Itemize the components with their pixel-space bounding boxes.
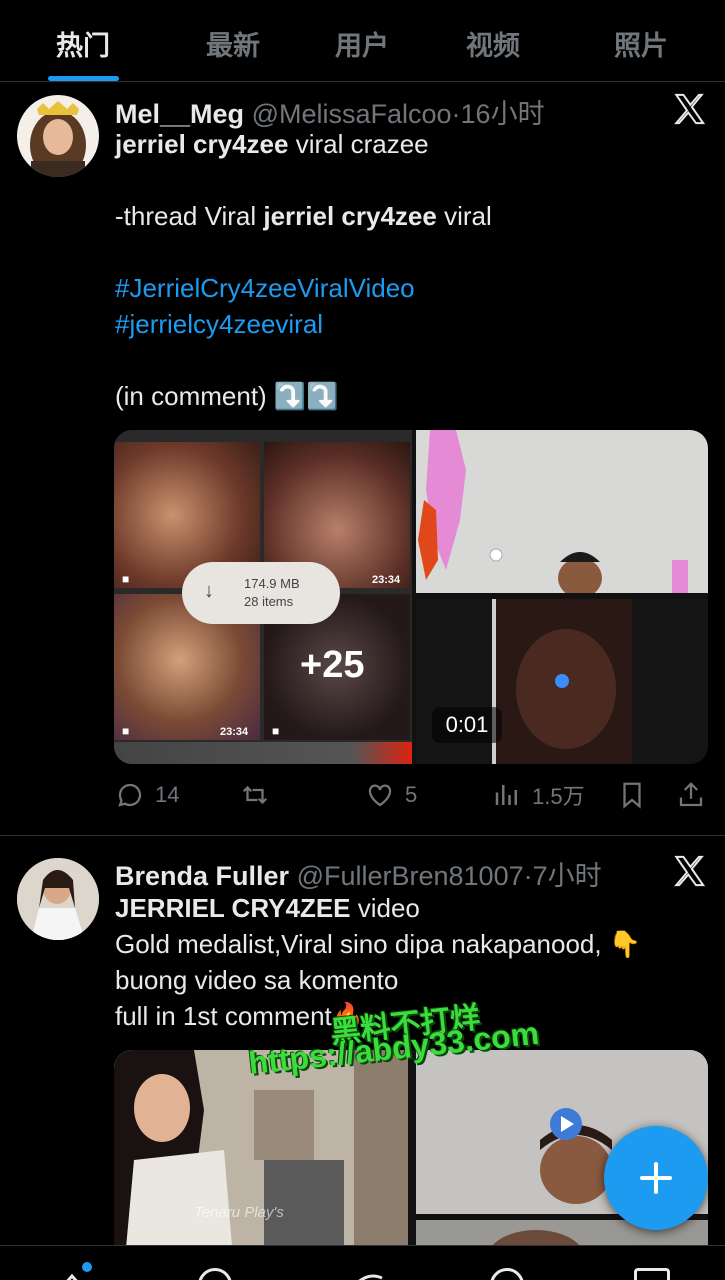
video-duration: 23:34 xyxy=(220,726,249,738)
avatar[interactable] xyxy=(17,95,99,177)
media-image[interactable] xyxy=(416,430,708,593)
download-item-count: 28 items xyxy=(244,594,294,609)
avatar[interactable] xyxy=(17,858,99,940)
video-camera-icon: ■ xyxy=(122,572,130,586)
tweet-time: 7小时 xyxy=(532,861,602,891)
views-count: 1.5万 xyxy=(532,784,585,809)
user-handle[interactable]: @MelissaFalcoo xyxy=(252,99,452,129)
share-icon xyxy=(679,782,703,807)
text-segment: viral xyxy=(436,201,492,231)
display-name[interactable]: Brenda Fuller xyxy=(115,861,289,891)
text-line: JERRIEL CRY4ZEE video xyxy=(115,890,710,926)
like-count: 5 xyxy=(405,782,418,807)
reply-icon xyxy=(118,783,142,807)
x-logo-icon[interactable] xyxy=(672,854,706,888)
views-button[interactable]: 1.5万 xyxy=(492,778,585,812)
text-line: -thread Viral jerriel cry4zee viral xyxy=(115,198,710,234)
download-pill[interactable]: ↓ 174.9 MB 28 items xyxy=(182,562,340,624)
text-segment: viral crazee xyxy=(288,129,429,159)
bookmark-icon xyxy=(623,782,641,809)
views-icon xyxy=(495,785,517,805)
bottom-nav-bar xyxy=(0,1245,725,1280)
video-thumb[interactable]: 0:01 xyxy=(416,599,708,764)
media-image[interactable]: Tenaru Play's xyxy=(114,1050,408,1270)
home-icon[interactable] xyxy=(52,1262,92,1280)
bold-text: JERRIEL CRY4ZEE xyxy=(115,893,351,923)
video-camera-icon: ■ xyxy=(272,724,280,738)
separator-dot: · xyxy=(523,861,533,891)
media-caption: Tenaru Play's xyxy=(194,1204,284,1221)
plus-icon xyxy=(640,1162,672,1194)
like-button[interactable]: 5 xyxy=(365,778,417,812)
retweet-icon xyxy=(242,785,268,805)
messages-icon[interactable] xyxy=(634,1268,670,1280)
tweet-card[interactable]: Mel__Meg @MelissaFalcoo·16小时 jerriel cry… xyxy=(0,0,725,835)
hashtag-link[interactable]: #jerrielcy4zeeviral xyxy=(115,306,710,342)
display-name[interactable]: Mel__Meg xyxy=(115,99,244,129)
text-line: jerriel cry4zee viral crazee xyxy=(115,126,710,162)
bookmark-button[interactable] xyxy=(617,778,647,812)
search-icon[interactable] xyxy=(198,1268,232,1280)
reply-count: 14 xyxy=(155,782,180,807)
text-segment: video xyxy=(350,893,420,923)
like-icon xyxy=(368,784,392,807)
tweet-header: Brenda Fuller @FullerBren81007·7小时 xyxy=(115,854,602,893)
download-size: 174.9 MB xyxy=(244,576,300,591)
retweet-button[interactable] xyxy=(240,778,280,812)
x-logo-icon[interactable] xyxy=(672,92,706,126)
share-button[interactable] xyxy=(676,778,706,812)
media-grid[interactable]: ■ 23:34 ■ 23:34 ■ +25 ↓ 174.9 MB 28 item… xyxy=(114,430,708,764)
tweet-time: 16小时 xyxy=(460,99,545,129)
notifications-icon[interactable] xyxy=(490,1268,524,1280)
video-duration-badge: 0:01 xyxy=(432,707,502,743)
text-line: Gold medalist,Viral sino dipa nakapanood… xyxy=(115,929,642,959)
text-segment: -thread Viral xyxy=(115,201,264,231)
text-line: (in comment) ⤵️⤵️ xyxy=(115,381,339,411)
hashtag-link[interactable]: #JerrielCry4zeeViralVideo xyxy=(115,270,710,306)
compose-button[interactable] xyxy=(604,1126,708,1230)
reply-button[interactable]: 14 xyxy=(115,778,179,812)
more-items-count: +25 xyxy=(300,644,365,686)
video-camera-icon: ■ xyxy=(122,724,130,738)
grok-icon[interactable] xyxy=(344,1266,384,1280)
text-line: buong video sa komento xyxy=(115,965,399,995)
bold-text: jerriel cry4zee xyxy=(115,129,289,159)
user-handle[interactable]: @FullerBren81007 xyxy=(297,861,524,891)
bold-text: jerriel cry4zee xyxy=(263,201,437,231)
media-collage[interactable]: ■ 23:34 ■ 23:34 ■ +25 ↓ 174.9 MB 28 item… xyxy=(114,430,412,764)
video-duration: 23:34 xyxy=(372,574,401,586)
tweet-text: jerriel cry4zee viral crazee -thread Vir… xyxy=(115,126,710,414)
download-icon: ↓ xyxy=(204,580,214,602)
separator-dot: · xyxy=(451,99,461,129)
